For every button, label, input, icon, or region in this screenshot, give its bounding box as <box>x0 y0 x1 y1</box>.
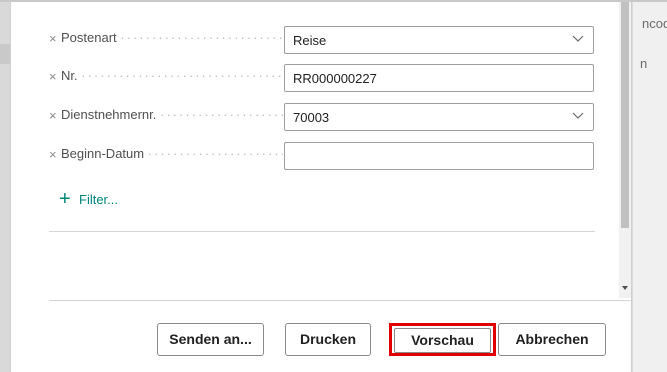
remove-filter-icon[interactable]: × <box>49 108 61 123</box>
preview-button-highlight: Vorschau <box>389 323 496 356</box>
section-divider <box>49 231 595 232</box>
field-label: Postenart ······························… <box>61 30 283 45</box>
chevron-down-icon <box>572 35 584 42</box>
select-value: Reise <box>293 33 327 48</box>
print-button[interactable]: Drucken <box>285 323 371 356</box>
field-label: Nr. ····································… <box>61 68 283 83</box>
report-request-dialog: × Postenart ····························… <box>10 2 632 372</box>
footer-divider <box>49 300 631 301</box>
field-label-text: Postenart <box>61 30 117 45</box>
vertical-scrollbar[interactable] <box>619 2 631 298</box>
field-label-text: Dienstnehmernr. <box>61 107 157 122</box>
scrollbar-thumb[interactable] <box>621 2 629 228</box>
field-label-text: Beginn-Datum <box>61 146 145 161</box>
background-page-band <box>0 44 10 64</box>
remove-filter-icon[interactable]: × <box>49 147 61 162</box>
filter-row-nr: × Nr. ··································… <box>49 64 595 92</box>
dienstnehmernr-select[interactable]: 70003 <box>284 103 594 131</box>
filter-row-postenart: × Postenart ····························… <box>49 26 595 54</box>
input-value: RR000000227 <box>293 71 377 86</box>
preview-button[interactable]: Vorschau <box>394 328 491 353</box>
send-to-button[interactable]: Senden an... <box>157 323 264 356</box>
remove-filter-icon[interactable]: × <box>49 69 61 84</box>
remove-filter-icon[interactable]: × <box>49 31 61 46</box>
select-value: 70003 <box>293 110 330 125</box>
postenart-select[interactable]: Reise <box>284 26 594 54</box>
filter-row-beginn-datum: × Beginn-Datum ·························… <box>49 142 595 170</box>
chevron-down-icon <box>572 112 584 119</box>
field-label: Beginn-Datum ···························… <box>61 146 283 161</box>
field-label: Dienstnehmernr. ························… <box>61 107 283 122</box>
background-page-right <box>632 2 667 372</box>
filter-row-dienstnehmernr: × Dienstnehmernr. ······················… <box>49 103 595 131</box>
field-label-text: Nr. <box>61 68 78 83</box>
background-text: n <box>640 56 648 71</box>
plus-icon: + <box>59 188 71 210</box>
filter-panel: × Postenart ····························… <box>11 2 617 298</box>
beginn-datum-input[interactable] <box>284 142 594 170</box>
cancel-button[interactable]: Abbrechen <box>498 323 606 356</box>
scroll-down-arrow-icon[interactable] <box>621 284 629 292</box>
nr-input[interactable]: RR000000227 <box>284 64 594 92</box>
add-filter-label: Filter... <box>79 192 119 207</box>
background-text: ncod <box>642 16 667 31</box>
